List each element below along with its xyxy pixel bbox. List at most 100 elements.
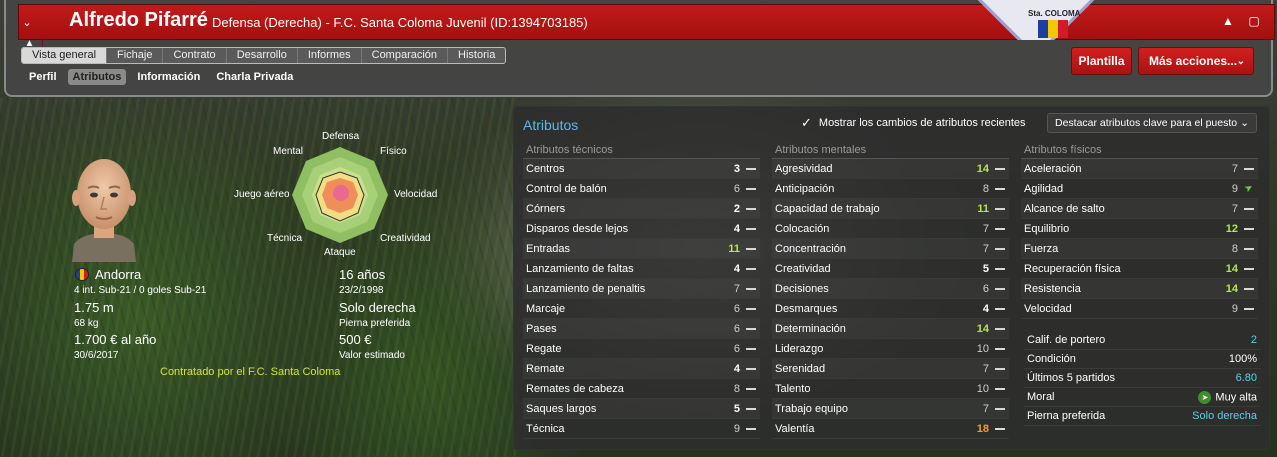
attribute-name: Remates de cabeza (526, 382, 624, 395)
show-changes-toggle[interactable]: ✓ Mostrar los cambios de atributos recie… (801, 115, 1026, 131)
mental-attribute-row[interactable]: Valentía 18 (772, 419, 1009, 439)
tab-fichaje[interactable]: Fichaje (107, 48, 164, 63)
physical-attribute-row[interactable]: Fuerza 8 (1021, 239, 1258, 259)
radar-label-creatividad: Creatividad (380, 233, 431, 244)
attribute-value: 10 (976, 382, 989, 395)
collapse-header-icon[interactable]: ▲ (1217, 7, 1239, 35)
attribute-radar (292, 147, 388, 243)
crest-flag (1038, 20, 1068, 38)
technical-attribute-row[interactable]: Lanzamiento de penaltis 7 (523, 279, 760, 299)
technical-attribute-row[interactable]: Centros 3 (523, 159, 760, 179)
contract-end-date: 30/6/2017 (74, 350, 119, 361)
subtab-perfil[interactable]: Perfil (24, 69, 62, 85)
physical-attribute-row[interactable]: Recuperación física 14 (1021, 259, 1258, 279)
technical-attribute-row[interactable]: Pases 6 (523, 319, 760, 339)
attribute-value: 4 (733, 262, 740, 275)
mental-attribute-row[interactable]: Agresividad 14 (772, 159, 1009, 179)
trend-none-icon (746, 347, 756, 350)
mental-attribute-row[interactable]: Talento 10 (772, 379, 1009, 399)
technical-attribute-row[interactable]: Marcaje 6 (523, 299, 760, 319)
attribute-value: 8 (733, 382, 740, 395)
attribute-name: Valentía (775, 422, 815, 435)
player-age: 16 años (339, 267, 386, 282)
technical-attribute-row[interactable]: Entradas 11 (523, 239, 760, 259)
attribute-value: 14 (976, 162, 989, 175)
mental-attribute-row[interactable]: Decisiones 6 (772, 279, 1009, 299)
physical-attribute-row[interactable]: Velocidad 9 (1021, 299, 1258, 319)
more-actions-button[interactable]: Más acciones... ⌄ (1138, 47, 1254, 75)
radar-label-mental: Mental (273, 146, 304, 157)
subtab-charla-privada[interactable]: Charla Privada (211, 69, 298, 85)
player-subtitle: Defensa (Derecha) - F.C. Santa Coloma Ju… (212, 15, 588, 30)
technical-attribute-row[interactable]: Disparos desde lejos 4 (523, 219, 760, 239)
tab-contrato[interactable]: Contrato (163, 48, 227, 63)
attribute-name: Marcaje (526, 302, 566, 315)
technical-attribute-row[interactable]: Córners 2 (523, 199, 760, 219)
attribute-value: 14 (1225, 282, 1238, 295)
physical-attribute-row[interactable]: Equilibrio 12 (1021, 219, 1258, 239)
tab-desarrollo[interactable]: Desarrollo (227, 48, 298, 63)
trend-none-icon (995, 407, 1005, 410)
trend-none-icon (746, 267, 756, 270)
attribute-value: 7 (1231, 202, 1238, 215)
plantilla-button[interactable]: Plantilla (1071, 47, 1132, 75)
trend-none-icon (1244, 167, 1254, 170)
mental-attribute-row[interactable]: Desmarques 4 (772, 299, 1009, 319)
tab-historia[interactable]: Historia (448, 48, 505, 63)
chevron-down-icon: ⌄ (1240, 117, 1249, 129)
technical-attribute-row[interactable]: Regate 6 (523, 339, 760, 359)
physical-attribute-row[interactable]: Aceleración 7 (1021, 159, 1258, 179)
mental-attribute-row[interactable]: Creatividad 5 (772, 259, 1009, 279)
player-height: 1.75 m (74, 300, 114, 315)
mental-attribute-row[interactable]: Liderazgo 10 (772, 339, 1009, 359)
trend-none-icon (746, 227, 756, 230)
tab-informes[interactable]: Informes (298, 48, 362, 63)
mental-attribute-row[interactable]: Trabajo equipo 7 (772, 399, 1009, 419)
technical-attribute-row[interactable]: Técnica 9 (523, 419, 760, 439)
show-changes-label: Mostrar los cambios de atributos recient… (818, 117, 1026, 129)
subtab-informacion[interactable]: Información (132, 69, 205, 85)
gk-rating-row: Calif. de portero 2 (1024, 331, 1261, 350)
trend-none-icon (1244, 267, 1254, 270)
trend-none-icon (746, 407, 756, 410)
trend-none-icon (746, 167, 756, 170)
technical-attribute-row[interactable]: Remate 4 (523, 359, 760, 379)
attribute-value: 8 (982, 182, 989, 195)
attribute-name: Pases (526, 322, 557, 335)
technical-attribute-row[interactable]: Saques largos 5 (523, 399, 760, 419)
radar-label-velocidad: Velocidad (394, 189, 438, 200)
attribute-value: 5 (733, 402, 740, 415)
radar-label-juego-aereo: Juego aéreo (234, 189, 290, 200)
tab-comparacion[interactable]: Comparación (362, 48, 449, 63)
player-summary: Calif. de portero 2 Condición 100% Últim… (1024, 331, 1261, 426)
andorra-flag-icon (75, 268, 89, 281)
physical-attribute-row[interactable]: Resistencia 14 (1021, 279, 1258, 299)
technical-attribute-row[interactable]: Control de balón 6 (523, 179, 760, 199)
attribute-value: 7 (733, 282, 740, 295)
mental-attribute-row[interactable]: Determinación 14 (772, 319, 1009, 339)
trend-none-icon (746, 367, 756, 370)
physical-attribute-row[interactable]: Agilidad 9 ➤ (1021, 179, 1258, 199)
mental-attribute-row[interactable]: Colocación 7 (772, 219, 1009, 239)
mental-attribute-row[interactable]: Concentración 7 (772, 239, 1009, 259)
window-toggle-icon[interactable]: ▢ (1243, 7, 1265, 35)
physical-attribute-row[interactable]: Alcance de salto 7 (1021, 199, 1258, 219)
chevron-down-icon[interactable]: ⌄ (17, 4, 37, 40)
trend-none-icon (746, 307, 756, 310)
highlight-key-attributes-dropdown[interactable]: Destacar atributos clave para el puesto … (1047, 113, 1257, 133)
attribute-value: 14 (1225, 262, 1238, 275)
more-actions-label: Más acciones... (1149, 54, 1238, 68)
mental-attribute-row[interactable]: Capacidad de trabajo 11 (772, 199, 1009, 219)
trend-none-icon (746, 287, 756, 290)
mental-attribute-row[interactable]: Anticipación 8 (772, 179, 1009, 199)
trend-none-icon (995, 167, 1005, 170)
trend-none-icon (995, 187, 1005, 190)
subtab-atributos[interactable]: Atributos (67, 69, 127, 85)
attribute-name: Capacidad de trabajo (775, 202, 880, 215)
mental-attribute-row[interactable]: Serenidad 7 (772, 359, 1009, 379)
technical-attribute-row[interactable]: Lanzamiento de faltas 4 (523, 259, 760, 279)
technical-attribute-row[interactable]: Remates de cabeza 8 (523, 379, 760, 399)
attribute-name: Córners (526, 202, 566, 215)
crest-text: Sta. COLOMA (1028, 9, 1081, 18)
tab-vista-general[interactable]: Vista general (22, 48, 108, 63)
